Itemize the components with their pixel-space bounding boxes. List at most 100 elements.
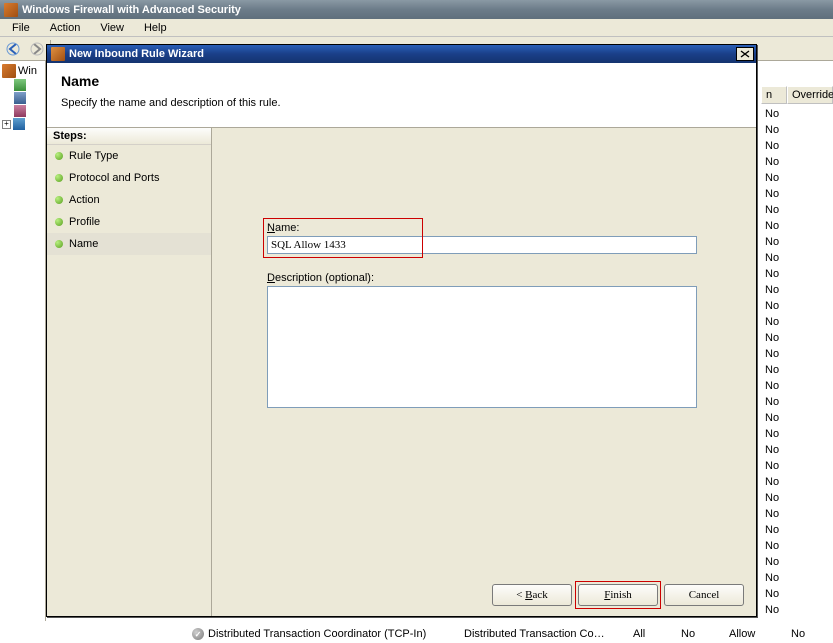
description-label: Description (optional): (267, 272, 697, 284)
step-profile[interactable]: Profile (47, 211, 211, 233)
menu-help[interactable]: Help (136, 21, 175, 35)
menu-file[interactable]: File (4, 21, 38, 35)
cancel-button[interactable]: Cancel (664, 584, 744, 606)
tree-child-2[interactable] (2, 92, 43, 104)
tree-icon-3 (14, 105, 26, 117)
menu-action[interactable]: Action (42, 21, 89, 35)
tree-root[interactable]: Win (2, 64, 43, 78)
shield-icon (2, 64, 16, 78)
step-label: Name (69, 238, 98, 250)
tree-child-1[interactable] (2, 79, 43, 91)
step-rule-type[interactable]: Rule Type (47, 145, 211, 167)
bg-cell: No (761, 490, 787, 506)
step-label: Rule Type (69, 150, 118, 162)
bg-cell: No (761, 570, 787, 586)
close-button[interactable] (736, 47, 754, 61)
tree-icon-2 (14, 92, 26, 104)
wizard-header: Name Specify the name and description of… (47, 63, 756, 128)
bg-cell: No (761, 394, 787, 410)
bg-cell: No (761, 554, 787, 570)
step-label: Protocol and Ports (69, 172, 160, 184)
back-button[interactable]: < Back (492, 584, 572, 606)
tree-icon-4 (13, 118, 25, 130)
steps-panel: Steps: Rule Type Protocol and Ports Acti… (47, 128, 212, 616)
bg-cell: No (761, 250, 787, 266)
bg-cell: No (761, 154, 787, 170)
app-title: Windows Firewall with Advanced Security (22, 4, 241, 16)
wizard-titlebar[interactable]: New Inbound Rule Wizard (47, 45, 756, 63)
rule-override: No (791, 628, 811, 640)
app-icon (4, 3, 18, 17)
finish-label: Finish (604, 589, 632, 601)
tree-expander[interactable]: + (2, 120, 11, 129)
rule-profile: All (633, 628, 657, 640)
table-row[interactable]: ✓ Distributed Transaction Coordinator (T… (192, 626, 833, 642)
finish-button[interactable]: Finish (578, 584, 658, 606)
step-bullet-icon (55, 240, 63, 248)
bg-cell: No (761, 362, 787, 378)
wizard-icon (51, 47, 65, 61)
bg-cell: No (761, 538, 787, 554)
bg-cell: No (761, 506, 787, 522)
bg-cell: No (761, 218, 787, 234)
menu-view[interactable]: View (92, 21, 132, 35)
bg-cell: No (761, 266, 787, 282)
rule-enabled: No (681, 628, 705, 640)
bg-cell: No (761, 442, 787, 458)
bg-cell: No (761, 202, 787, 218)
name-label: Name: (267, 222, 697, 234)
name-input[interactable] (267, 236, 697, 254)
close-icon (740, 50, 750, 58)
step-protocol-ports[interactable]: Protocol and Ports (47, 167, 211, 189)
rule-group: Distributed Transaction Coordi… (464, 628, 609, 640)
step-bullet-icon (55, 218, 63, 226)
tree-icon-1 (14, 79, 26, 91)
tree-root-label: Win (18, 65, 37, 77)
wizard-header-desc: Specify the name and description of this… (61, 97, 742, 109)
step-bullet-icon (55, 174, 63, 182)
bg-cell: No (761, 458, 787, 474)
back-button[interactable] (4, 40, 24, 58)
step-bullet-icon (55, 152, 63, 160)
bg-cell: No (761, 170, 787, 186)
bg-cell: No (761, 234, 787, 250)
step-name[interactable]: Name (47, 233, 211, 255)
bg-cell: No (761, 298, 787, 314)
tree-child-4[interactable]: + (2, 118, 43, 130)
app-titlebar: Windows Firewall with Advanced Security (0, 0, 833, 19)
bg-cell: No (761, 314, 787, 330)
wizard-title: New Inbound Rule Wizard (69, 48, 732, 60)
tree-child-3[interactable] (2, 105, 43, 117)
description-input[interactable] (267, 286, 697, 408)
back-label: < Back (516, 589, 548, 601)
bg-cell: No (761, 378, 787, 394)
bg-cell: No (761, 330, 787, 346)
bg-cell: No (761, 474, 787, 490)
bg-cell: No (761, 106, 787, 122)
col-header-override[interactable]: Override (787, 86, 833, 104)
wizard-main-panel: Name: Description (optional): < Back Fin… (212, 128, 756, 616)
bg-cell: No (761, 586, 787, 602)
forward-button[interactable] (26, 40, 46, 58)
col-header-n[interactable]: n (761, 86, 787, 104)
bg-cell: No (761, 602, 787, 618)
step-action[interactable]: Action (47, 189, 211, 211)
bg-cell: No (761, 122, 787, 138)
rules-grid: ✓ Distributed Transaction Coordinator (T… (192, 626, 833, 642)
step-label: Action (69, 194, 100, 206)
wizard-header-title: Name (61, 73, 742, 89)
wizard-dialog: New Inbound Rule Wizard Name Specify the… (46, 44, 757, 617)
wizard-button-row: < Back Finish Cancel (492, 584, 744, 606)
rule-action: Allow (729, 628, 767, 640)
bg-cell: No (761, 426, 787, 442)
bg-cell: No (761, 346, 787, 362)
bg-cell: No (761, 282, 787, 298)
bg-cell: No (761, 410, 787, 426)
bg-cell: No (761, 522, 787, 538)
bg-cell: No (761, 186, 787, 202)
steps-header: Steps: (47, 128, 211, 145)
menu-bar: File Action View Help (0, 19, 833, 37)
bg-cell: No (761, 138, 787, 154)
tree-panel: Win + (0, 61, 46, 621)
rule-name: Distributed Transaction Coordinator (TCP… (208, 628, 426, 640)
